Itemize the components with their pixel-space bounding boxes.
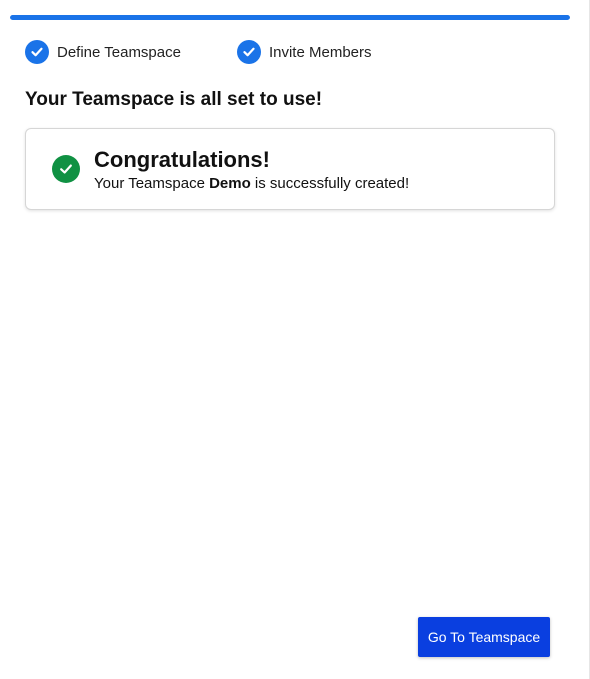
progress-bar-fill [10, 15, 570, 20]
step-label: Invite Members [268, 43, 372, 61]
teamspace-setup-page: Define Teamspace Invite Members Your Tea… [0, 0, 590, 679]
step-define-teamspace: Define Teamspace [25, 40, 181, 64]
teamspace-name: Demo [209, 175, 251, 192]
step-label: Define Teamspace [57, 43, 181, 61]
progress-bar [10, 15, 570, 20]
step-invite-members: Invite Members [236, 40, 372, 64]
page-heading: Your Teamspace is all set to use! [25, 89, 323, 110]
message-prefix: Your Teamspace [94, 175, 210, 192]
success-message: Your Teamspace Demo is successfully crea… [94, 175, 409, 192]
success-title: Congratulations! [94, 147, 270, 172]
stepper: Define Teamspace Invite Members [25, 40, 372, 64]
go-to-teamspace-button[interactable]: Go To Teamspace [418, 617, 550, 657]
check-circle-icon [25, 40, 49, 64]
check-circle-icon [52, 155, 80, 183]
message-suffix: is successfully created! [250, 175, 410, 192]
check-circle-icon [236, 40, 261, 64]
success-card: Congratulations! Your Teamspace Demo is … [25, 128, 555, 210]
